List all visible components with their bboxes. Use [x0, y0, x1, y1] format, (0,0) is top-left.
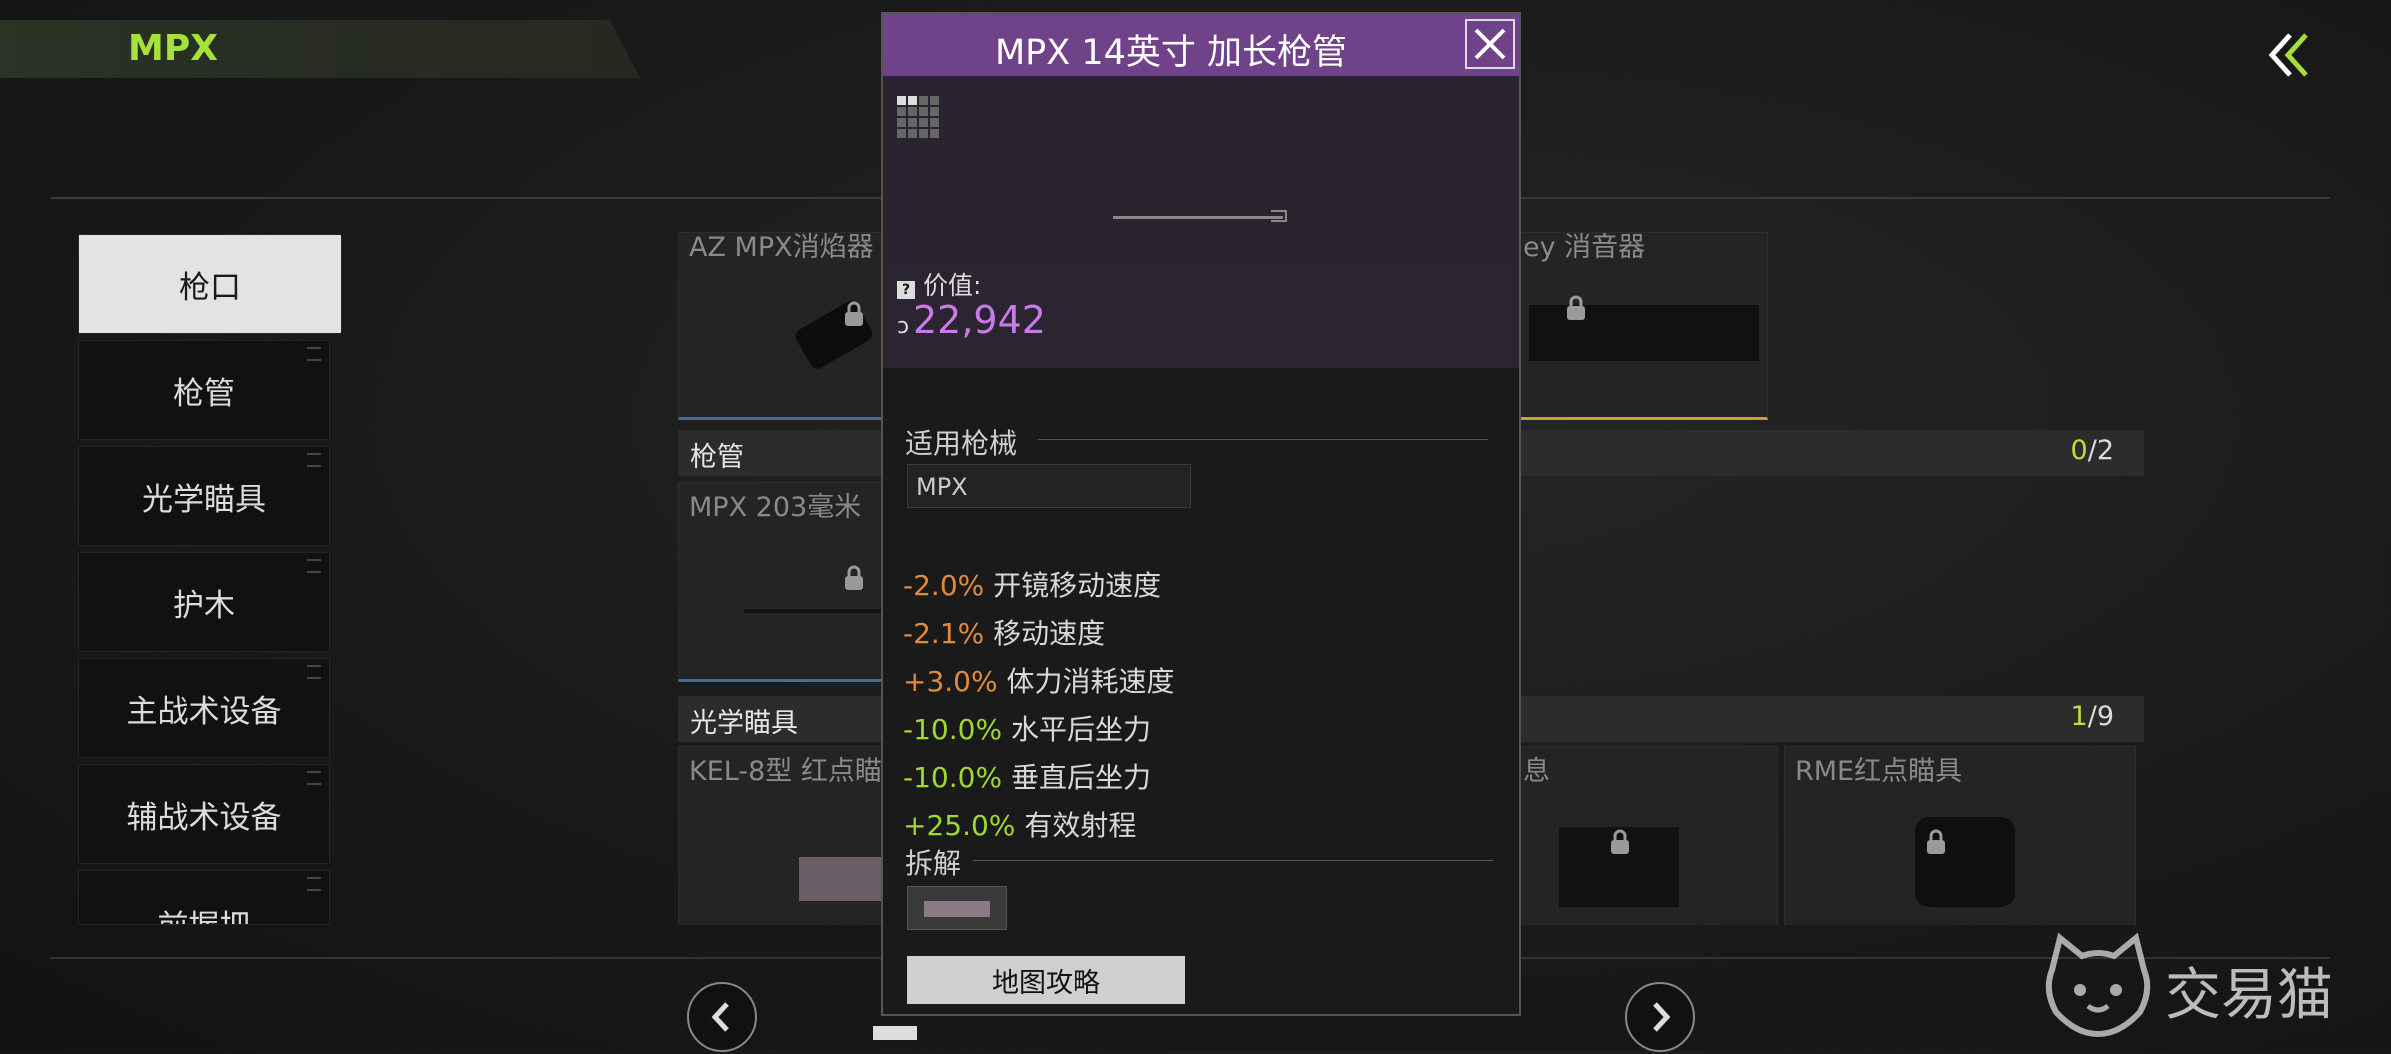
- part-image: [924, 901, 990, 917]
- popup-header: MPX 14英寸 加长枪管: [883, 14, 1519, 76]
- sidebar-item-label: 辅战术设备: [126, 799, 282, 836]
- sidebar-item-handguard[interactable]: 护木: [78, 552, 330, 652]
- card-title: MPX 203毫米: [689, 492, 862, 523]
- grip-icon: [307, 771, 321, 785]
- prev-page-button[interactable]: [687, 982, 757, 1052]
- attachment-card[interactable]: ey 消音器: [1518, 232, 1768, 420]
- barrel-image: [1113, 216, 1283, 219]
- back-button[interactable]: [2258, 25, 2318, 85]
- sidebar-item-label: 主战术设备: [126, 693, 282, 730]
- page-indicator: [873, 1026, 917, 1040]
- sidebar-item-foregrip[interactable]: 前握把: [78, 870, 330, 925]
- barrel-image: [1271, 210, 1287, 222]
- map-guide-button[interactable]: 地图攻略: [907, 956, 1185, 1004]
- cat-logo-icon: [2045, 932, 2151, 1038]
- lock-icon: [1611, 829, 1629, 854]
- attachment-card[interactable]: RME红点瞄具: [1784, 746, 2136, 925]
- disassemble-part-thumb[interactable]: [907, 886, 1007, 930]
- value-label: ? 价值:: [897, 266, 981, 302]
- lock-icon: [845, 565, 863, 590]
- red-dot-image: [799, 857, 887, 901]
- grip-icon: [307, 665, 321, 679]
- stat-row: -10.0% 水平后坐力: [903, 713, 1151, 746]
- currency-icon: ↄ: [897, 314, 910, 339]
- grip-icon: [307, 559, 321, 573]
- sidebar-item-label: 枪管: [173, 375, 235, 412]
- item-detail-popup: MPX 14英寸 加长枪管 ? 价值: ↄ 22,942 适用枪械 MPX -2…: [881, 12, 1521, 1016]
- double-chevron-left-icon: [2268, 33, 2308, 77]
- stat-row: -2.1% 移动速度: [903, 617, 1106, 650]
- stat-row: +3.0% 体力消耗速度: [903, 665, 1175, 698]
- watermark-text: 交易猫: [2165, 963, 2333, 1028]
- attachment-card[interactable]: MPX 203毫米: [678, 482, 888, 682]
- sidebar-item-optics[interactable]: 光学瞄具: [78, 446, 330, 546]
- next-page-button[interactable]: [1625, 982, 1695, 1052]
- compat-weapon-tag: MPX: [907, 464, 1191, 508]
- help-icon: ?: [897, 281, 915, 299]
- watermark: 交易猫: [2040, 930, 2370, 1040]
- disassemble-title: 拆解: [905, 847, 962, 880]
- sidebar-item-muzzle[interactable]: 枪口: [78, 234, 342, 334]
- close-icon: [1474, 28, 1506, 60]
- attachment-card[interactable]: 息: [1518, 746, 1778, 925]
- slot-count: 0/2: [2070, 435, 2114, 466]
- sidebar-item-barrel[interactable]: 枪管: [78, 340, 330, 440]
- sidebar-item-label: 光学瞄具: [142, 481, 266, 518]
- close-button[interactable]: [1465, 19, 1515, 69]
- compat-title: 适用枪械: [905, 427, 1018, 460]
- grip-icon: [307, 347, 321, 361]
- stat-row: -10.0% 垂直后坐力: [903, 761, 1151, 794]
- card-title: ey 消音器: [1523, 232, 1646, 263]
- lock-icon: [1927, 829, 1945, 854]
- suppressor-image: [1529, 305, 1759, 361]
- sidebar-item-label: 护木: [173, 587, 235, 624]
- attachment-card[interactable]: AZ MPX消焰器: [678, 232, 888, 420]
- card-title: AZ MPX消焰器: [689, 232, 874, 263]
- divider: [973, 860, 1493, 861]
- item-preview: ? 价值: ↄ 22,942: [883, 76, 1519, 368]
- card-title: RME红点瞄具: [1795, 756, 1963, 787]
- attachment-card[interactable]: KEL-8型 红点瞄: [678, 746, 888, 925]
- sidebar-item-label: 枪口: [179, 269, 241, 306]
- popup-title: MPX 14英寸 加长枪管: [994, 33, 1348, 73]
- page-title-bar: MPX: [0, 20, 640, 78]
- sidebar-item-label: 前握把: [158, 901, 251, 924]
- grip-icon: [307, 453, 321, 467]
- grid-size-icon: [897, 96, 939, 138]
- stat-row: +25.0% 有效射程: [903, 809, 1137, 842]
- section-title: 枪管: [690, 442, 744, 473]
- card-title: 息: [1523, 756, 1550, 787]
- section-title: 光学瞄具: [690, 708, 798, 739]
- sidebar-item-aux-tactical[interactable]: 辅战术设备: [78, 764, 330, 864]
- slot-count: 1/9: [2070, 701, 2114, 732]
- divider: [1038, 439, 1488, 440]
- lock-icon: [845, 301, 863, 326]
- chevron-left-icon: [711, 1002, 729, 1032]
- barrel-image: [744, 609, 887, 613]
- grip-icon: [307, 877, 321, 891]
- sidebar-item-main-tactical[interactable]: 主战术设备: [78, 658, 330, 758]
- stat-row: -2.0% 开镜移动速度: [903, 569, 1162, 602]
- card-title: KEL-8型 红点瞄: [689, 756, 882, 787]
- chevron-right-icon: [1653, 1002, 1671, 1032]
- page-title: MPX: [128, 28, 218, 69]
- item-value: 22,942: [913, 298, 1046, 342]
- lock-icon: [1567, 295, 1585, 320]
